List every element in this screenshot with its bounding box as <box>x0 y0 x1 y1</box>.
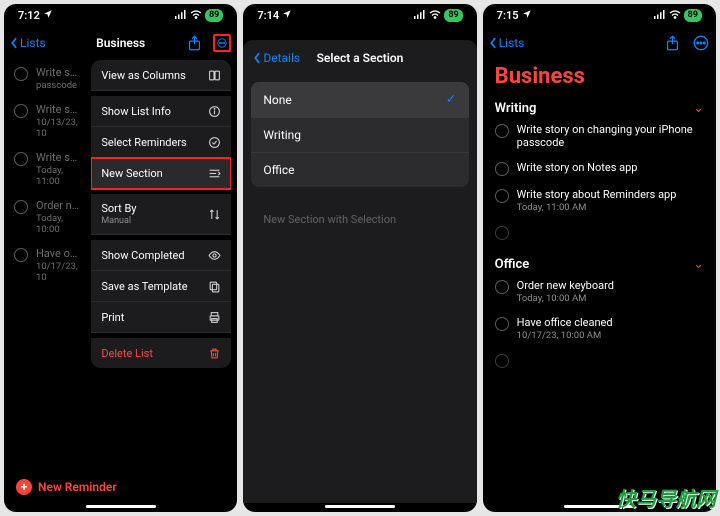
nav-bar: Lists Business <box>4 26 237 60</box>
columns-icon <box>207 68 221 82</box>
reminder-row[interactable]: Write story on changing your iPhone pass… <box>483 118 716 154</box>
signal-icon <box>175 9 187 22</box>
section-icon <box>207 166 221 180</box>
screenshot-3-list-with-sections: 7:15 89 Lists Business Writing ⌄ Write s… <box>483 4 716 512</box>
wifi-icon <box>429 9 441 22</box>
reminder-row-empty[interactable] <box>483 348 716 373</box>
section-header-writing[interactable]: Writing ⌄ <box>483 95 716 118</box>
nav-bar: Lists <box>483 26 716 60</box>
home-indicator[interactable] <box>86 505 156 508</box>
location-icon <box>522 9 532 22</box>
chevron-down-icon[interactable]: ⌄ <box>693 257 704 272</box>
menu-sort-by[interactable]: ‹ Sort By Manual <box>91 194 231 235</box>
location-icon <box>282 9 292 22</box>
reminder-row-empty[interactable] <box>483 220 716 245</box>
reminder-checkbox[interactable] <box>495 189 509 203</box>
share-icon[interactable] <box>664 34 682 52</box>
eye-icon <box>207 248 221 262</box>
sort-icon <box>207 207 221 221</box>
list-title: Business <box>483 60 716 95</box>
menu-view-columns[interactable]: View as Columns <box>91 60 231 91</box>
bottom-toolbar: + New Reminder <box>4 469 237 503</box>
context-menu: View as Columns Show List Info Select Re… <box>91 60 231 368</box>
status-bar: 7:12 89 <box>4 4 237 26</box>
section-option-none[interactable]: None ✓ <box>251 82 468 118</box>
nav-title: Business <box>96 36 145 50</box>
menu-save-template[interactable]: Save as Template <box>91 271 231 302</box>
signal-icon <box>414 9 426 22</box>
reminder-checkbox[interactable] <box>14 200 28 214</box>
reminder-checkbox[interactable] <box>495 226 509 240</box>
template-icon <box>207 279 221 293</box>
share-icon[interactable] <box>185 34 203 52</box>
menu-show-completed[interactable]: Show Completed <box>91 240 231 271</box>
more-icon[interactable] <box>692 34 710 52</box>
status-bar: 7:14 89 <box>243 4 476 26</box>
reminder-checkbox[interactable] <box>495 280 509 294</box>
checkmark-icon: ✓ <box>446 92 457 107</box>
wifi-icon <box>669 9 681 22</box>
trash-icon <box>207 346 221 360</box>
status-time: 7:12 <box>18 9 40 22</box>
menu-print[interactable]: Print <box>91 302 231 333</box>
reminder-checkbox[interactable] <box>14 152 28 166</box>
home-indicator[interactable] <box>325 505 395 508</box>
back-label: Lists <box>499 36 525 50</box>
menu-delete-list[interactable]: Delete List <box>91 338 231 368</box>
reminder-checkbox[interactable] <box>495 124 509 138</box>
reminder-row[interactable]: Write story on Notes app <box>483 156 716 181</box>
battery-icon: 89 <box>684 9 702 22</box>
home-indicator[interactable] <box>564 505 634 508</box>
reminder-row[interactable]: Have office10/17/23, 10 <box>4 241 90 289</box>
screenshot-1-context-menu: 7:12 89 Lists Business <box>4 4 237 512</box>
back-button[interactable]: Details <box>253 51 300 65</box>
reminder-row[interactable]: Order newToday, 10:00 <box>4 193 90 241</box>
section-header-office[interactable]: Office ⌄ <box>483 251 716 274</box>
checkmark-circle-icon <box>207 135 221 149</box>
section-option-writing[interactable]: Writing <box>251 118 468 153</box>
menu-new-section[interactable]: New Section <box>91 158 231 189</box>
reminder-checkbox[interactable] <box>14 104 28 118</box>
reminder-checkbox[interactable] <box>495 354 509 368</box>
reminder-row[interactable]: Have office cleaned10/17/23, 10:00 AM <box>483 311 716 346</box>
reminder-checkbox[interactable] <box>14 248 28 262</box>
status-time: 7:15 <box>497 9 519 22</box>
reminder-row[interactable]: Order new keyboardToday, 10:00 AM <box>483 274 716 309</box>
status-bar: 7:15 89 <box>483 4 716 26</box>
reminder-checkbox[interactable] <box>495 162 509 176</box>
more-icon[interactable] <box>213 34 231 52</box>
chevron-down-icon[interactable]: ⌄ <box>693 101 704 116</box>
modal-sheet: Details Select a Section None ✓ Writing … <box>243 40 476 503</box>
section-list: None ✓ Writing Office <box>251 82 468 187</box>
reminder-row[interactable]: Write story10/13/23, 10 <box>4 97 90 145</box>
modal-nav: Details Select a Section <box>243 40 476 76</box>
reminder-row[interactable]: Write story about Reminders appToday, 11… <box>483 183 716 218</box>
plus-icon: + <box>16 479 32 495</box>
wifi-icon <box>190 9 202 22</box>
reminder-checkbox[interactable] <box>14 67 28 81</box>
menu-select-reminders[interactable]: Select Reminders <box>91 127 231 158</box>
new-reminder-button[interactable]: + New Reminder <box>16 479 117 495</box>
back-label: Lists <box>20 36 46 50</box>
reminder-row[interactable]: Write storyToday, 11:00 <box>4 145 90 193</box>
menu-show-info[interactable]: Show List Info <box>91 96 231 127</box>
section-option-office[interactable]: Office <box>251 153 468 187</box>
reminder-checkbox[interactable] <box>495 317 509 331</box>
reminder-row[interactable]: Write storypasscode <box>4 60 90 97</box>
back-button[interactable]: Lists <box>489 36 525 50</box>
back-button[interactable]: Lists <box>10 36 46 50</box>
battery-icon: 89 <box>205 9 223 22</box>
location-icon <box>43 9 53 22</box>
battery-icon: 89 <box>444 9 462 22</box>
printer-icon <box>207 310 221 324</box>
screenshot-2-select-section: 7:14 89 Details Select a Section None ✓ … <box>243 4 476 512</box>
modal-title: Select a Section <box>317 51 404 65</box>
new-section-with-selection[interactable]: New Section with Selection <box>251 203 468 236</box>
signal-icon <box>654 9 666 22</box>
info-icon <box>207 104 221 118</box>
status-time: 7:14 <box>257 9 279 22</box>
